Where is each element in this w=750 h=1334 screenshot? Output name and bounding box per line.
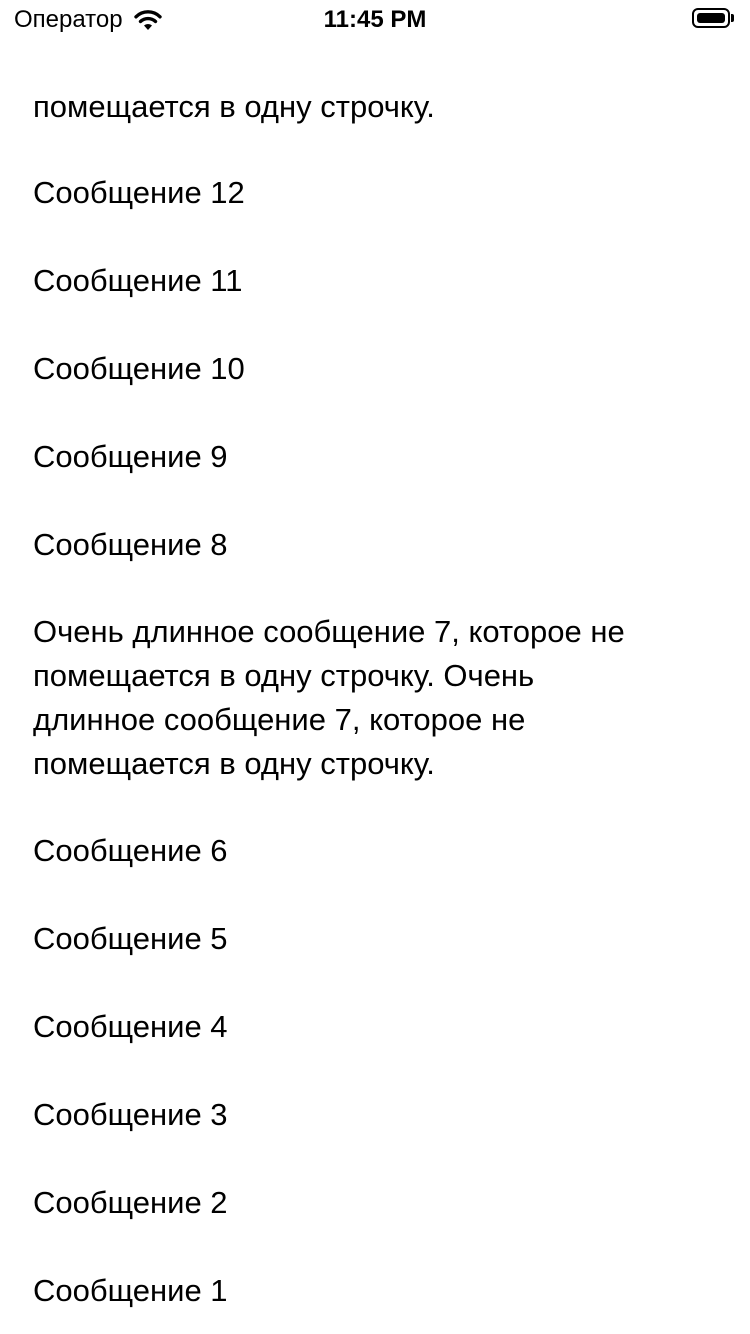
status-bar: Оператор 11:45 PM (0, 0, 750, 40)
message-cell[interactable]: помещается в одну строчку. (33, 85, 723, 129)
message-cell-long[interactable]: Очень длинное сообщение 7, которое не по… (33, 610, 723, 786)
status-time: 11:45 PM (323, 6, 427, 33)
message-cell[interactable]: Сообщение 8 (33, 523, 723, 567)
message-cell[interactable]: Сообщение 10 (33, 347, 723, 391)
message-cell[interactable]: Сообщение 6 (33, 829, 723, 873)
message-cell[interactable]: Сообщение 3 (33, 1093, 723, 1137)
battery-full-icon (692, 8, 738, 32)
message-cell[interactable]: Сообщение 1 (33, 1269, 723, 1313)
message-cell[interactable]: Сообщение 2 (33, 1181, 723, 1225)
message-cell[interactable]: Сообщение 11 (33, 259, 723, 303)
battery-level (697, 13, 725, 23)
message-cell[interactable]: Сообщение 12 (33, 171, 723, 215)
message-cell[interactable]: Сообщение 4 (33, 1005, 723, 1049)
message-cell[interactable]: Сообщение 5 (33, 917, 723, 961)
battery-body (692, 8, 730, 28)
battery-tip (731, 14, 734, 22)
message-list[interactable]: помещается в одну строчку. Сообщение 12 … (0, 0, 750, 1334)
message-cell[interactable]: Сообщение 9 (33, 435, 723, 479)
